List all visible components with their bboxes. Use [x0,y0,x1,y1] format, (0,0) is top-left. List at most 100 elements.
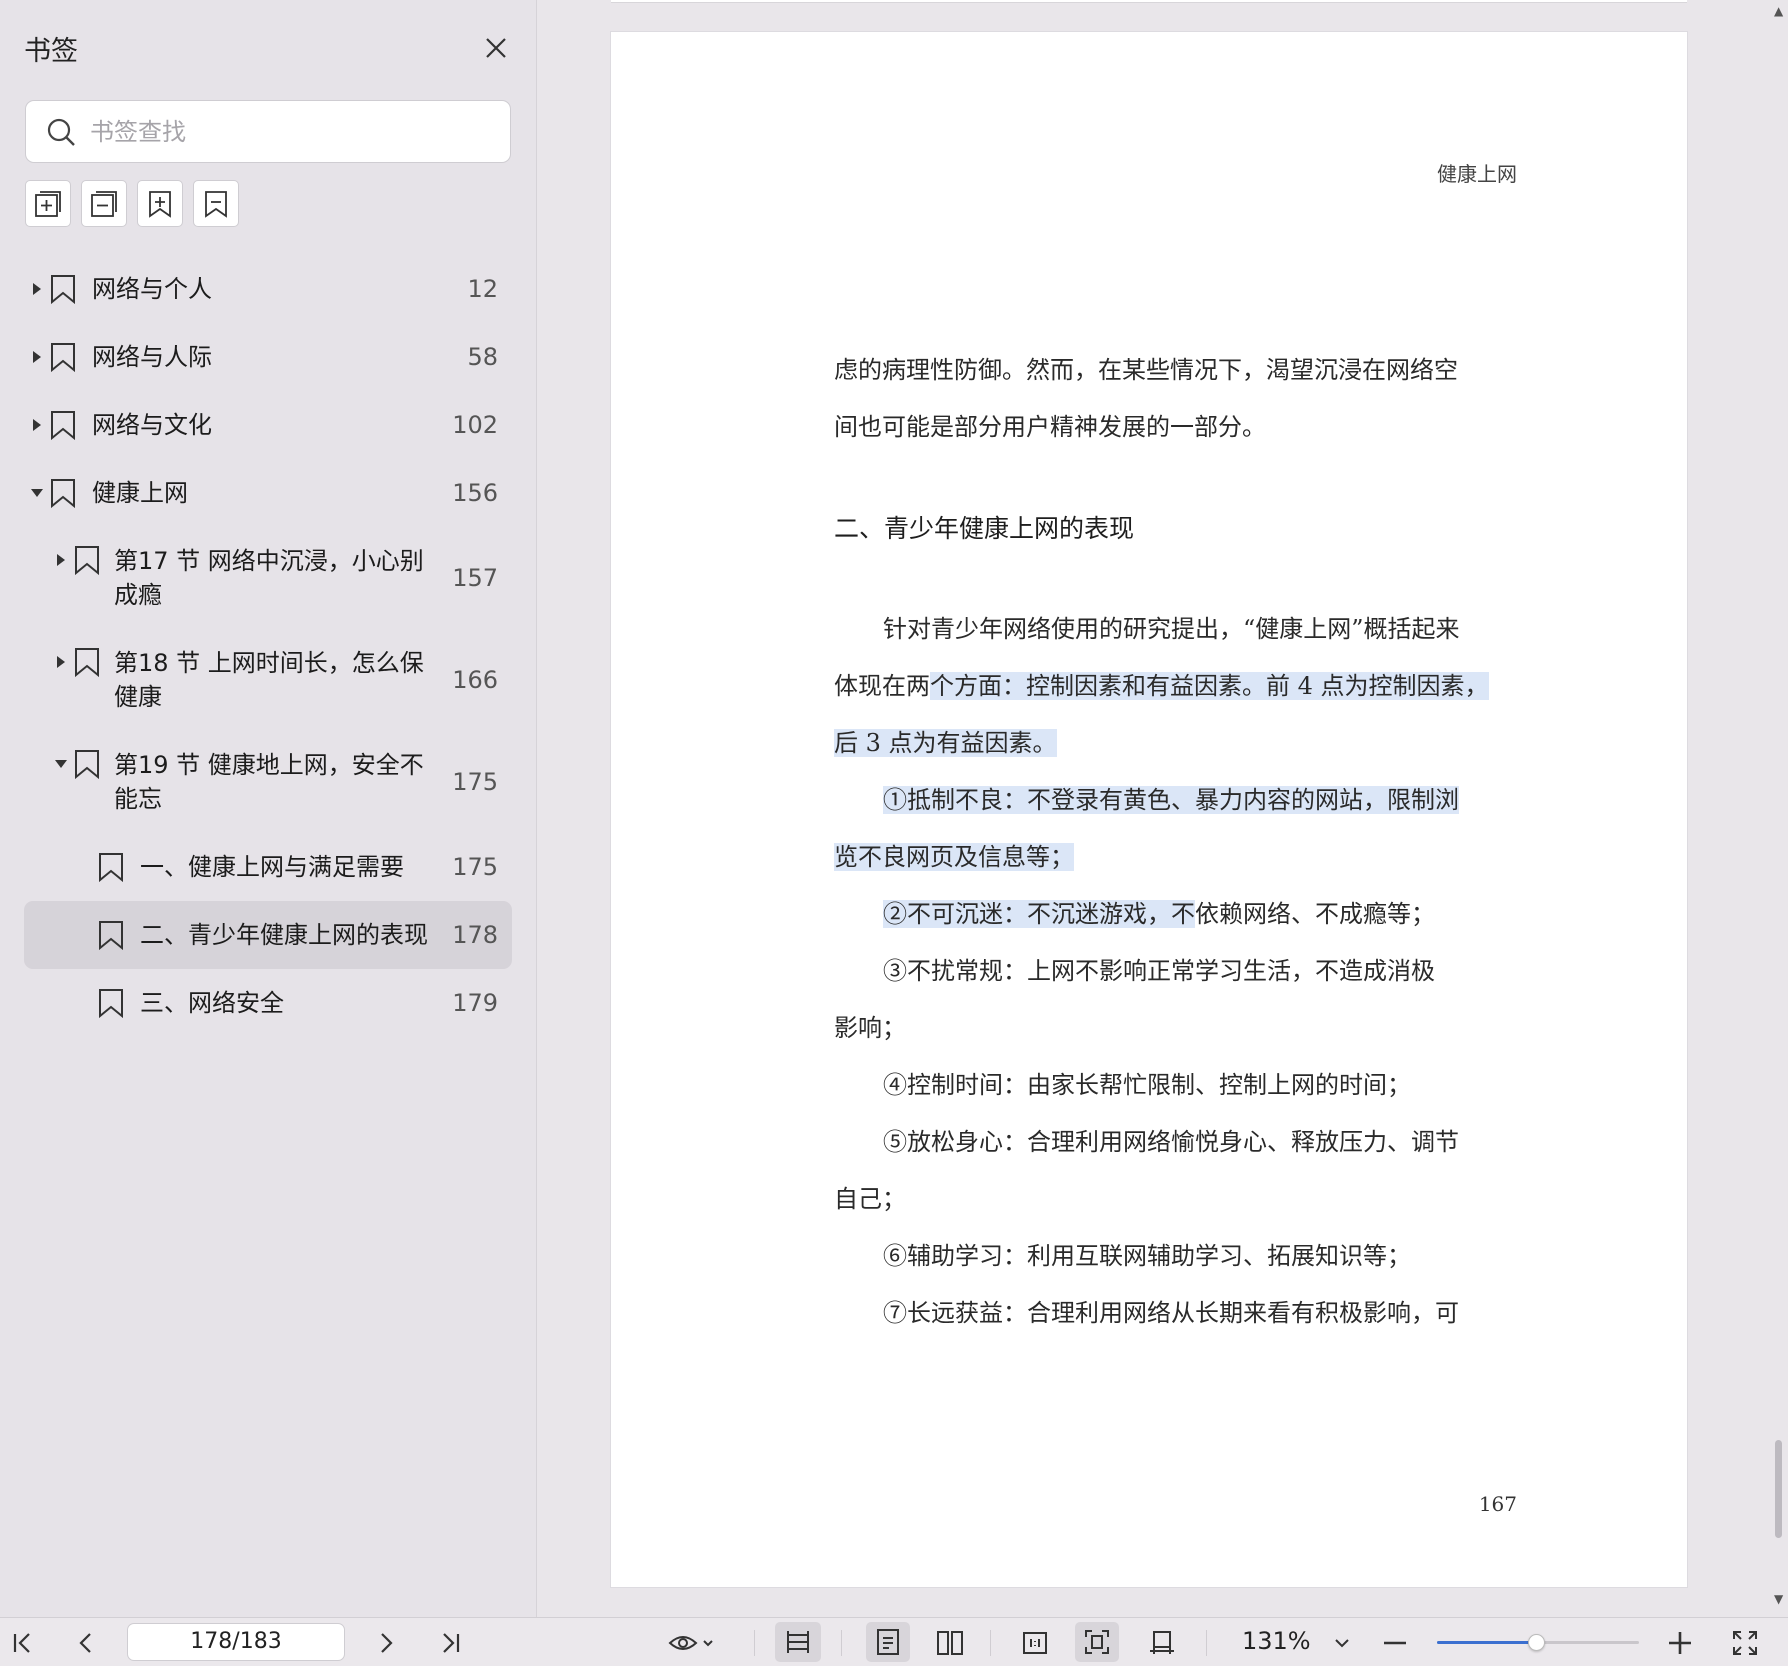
bookmark-label: 第19 节 健康地上网，安全不 能忘 [114,748,424,816]
bookmark-icon [48,409,78,441]
zoom-dropdown-icon[interactable] [1325,1626,1359,1660]
last-page-icon[interactable] [433,1626,467,1660]
bookmark-item[interactable]: 网络与人际 58 [24,323,512,391]
bookmark-item[interactable]: 网络与文化 102 [24,391,512,459]
text-line: ⑤放松身心：合理利用网络愉悦身心、释放压力、调节 [883,1128,1459,1156]
bookmark-item-selected[interactable]: 二、青少年健康上网的表现 178 [24,901,512,969]
text-line: 后 3 点为有益因素。 [834,715,1516,772]
text-line: ③不扰常规：上网不影响正常学习生活，不造成消极 [883,957,1435,985]
text-line: 影响； [834,1014,906,1042]
text-line: 体现在两个方面：控制因素和有益因素。前 4 点为控制因素， [834,658,1516,715]
caret-right-icon[interactable] [54,553,68,567]
bookmark-toolbar [25,180,239,227]
scroll-down-icon[interactable]: ▼ [1774,1592,1783,1606]
caret-right-icon[interactable] [30,350,44,364]
bookmark-icon [48,477,78,509]
highlighted-text: ②不可沉迷：不沉迷游戏，不 [883,900,1195,928]
expand-all-icon[interactable] [25,180,71,227]
bookmark-label-line: 第17 节 网络中沉浸，小心别 [114,547,424,575]
eye-icon[interactable] [666,1626,716,1660]
text-line: 间也可能是部分用户精神发展的一部分。 [834,413,1266,441]
bookmark-page: 178 [452,921,498,949]
search-input[interactable] [90,117,490,146]
page-layout-icon[interactable] [1145,1626,1179,1660]
caret-right-icon[interactable] [30,418,44,432]
bookmark-label: 网络与文化 [92,411,212,439]
text-span: 体现在两 [834,672,930,700]
scroll-up-icon[interactable]: ▲ [1774,4,1783,18]
bookmark-label: 网络与人际 [92,343,212,371]
bookmark-label-line: 第18 节 上网时间长，怎么保 [114,649,424,677]
caret-right-icon[interactable] [54,655,68,669]
bookmark-page: 12 [467,275,498,303]
bookmark-label-line: 能忘 [114,785,162,813]
bookmark-icon [48,341,78,373]
zoom-level[interactable]: 131% [1242,1627,1311,1655]
bookmark-item[interactable]: 第19 节 健康地上网，安全不 能忘 175 [24,731,512,833]
running-head: 健康上网 [1437,162,1517,186]
bookmark-icon [96,851,126,883]
add-bookmark-icon[interactable] [137,180,183,227]
bookmark-label: 网络与个人 [92,275,212,303]
zoom-out-icon[interactable] [1378,1626,1412,1660]
bookmark-page: 156 [452,479,498,507]
bookmark-page: 175 [452,853,498,881]
text-line: ①抵制不良：不登录有黄色、暴力内容的网站，限制浏 [834,772,1516,829]
bookmark-label: 健康上网 [92,479,188,507]
bookmark-label-line: 成瘾 [114,581,162,609]
collapse-all-icon[interactable] [81,180,127,227]
bookmark-icon [96,987,126,1019]
previous-page-icon[interactable] [69,1626,103,1660]
bookmark-page: 58 [467,343,498,371]
highlighted-text: 览不良网页及信息等； [834,843,1074,871]
zoom-in-icon[interactable] [1663,1626,1697,1660]
text-line: ⑥辅助学习：利用互联网辅助学习、拓展知识等； [883,1242,1411,1270]
two-page-icon[interactable] [930,1626,970,1660]
next-page-icon[interactable] [369,1626,403,1660]
page-body[interactable]: 虑的病理性防御。然而，在某些情况下，渴望沉浸在网络空 间也可能是部分用户精神发展… [834,342,1516,1342]
vertical-scrollbar[interactable]: ▲ ▼ [1770,0,1788,1617]
bookmark-page: 179 [452,989,498,1017]
bookmark-icon [72,544,102,576]
fit-page-icon[interactable] [1075,1622,1119,1662]
bookmark-list: 网络与个人 12 网络与人际 58 网络与文化 102 健康上网 156 第17… [24,255,512,1037]
bookmark-label-line: 健康 [114,683,162,711]
bookmark-item[interactable]: 健康上网 156 [24,459,512,527]
zoom-slider-knob[interactable] [1527,1634,1545,1651]
actual-size-icon[interactable] [1018,1626,1052,1660]
bookmark-icon [72,646,102,678]
zoom-slider[interactable] [1437,1634,1639,1651]
single-page-icon[interactable] [866,1622,910,1662]
close-icon[interactable] [478,30,514,66]
bookmark-search[interactable] [25,100,511,163]
remove-bookmark-icon[interactable] [193,180,239,227]
highlighted-text: 个方面：控制因素和有益因素。前 4 点为控制因素， [930,672,1489,700]
caret-down-icon[interactable] [30,486,44,500]
document-page[interactable]: 健康上网 虑的病理性防御。然而，在某些情况下，渴望沉浸在网络空 间也可能是部分用… [611,32,1687,1587]
page-number-input[interactable]: 178/183 [127,1623,345,1661]
caret-right-icon[interactable] [30,282,44,296]
text-line: ②不可沉迷：不沉迷游戏，不依赖网络、不成瘾等； [834,886,1516,943]
text-line: 针对青少年网络使用的研究提出，“健康上网”概括起来 [883,615,1460,643]
bookmark-page: 102 [452,411,498,439]
bookmark-item[interactable]: 第17 节 网络中沉浸，小心别 成瘾 157 [24,527,512,629]
scrollbar-thumb[interactable] [1775,1440,1782,1538]
highlighted-text: ①抵制不良：不登录有黄色、暴力内容的网站，限制浏 [883,786,1459,814]
bookmark-item[interactable]: 三、网络安全 179 [24,969,512,1037]
fullscreen-icon[interactable] [1728,1626,1762,1660]
document-viewer[interactable]: 健康上网 虑的病理性防御。然而，在某些情况下，渴望沉浸在网络空 间也可能是部分用… [538,0,1768,1617]
bookmark-page: 175 [452,768,498,796]
search-icon [46,117,76,147]
bookmark-item[interactable]: 网络与个人 12 [24,255,512,323]
bookmark-item[interactable]: 第18 节 上网时间长，怎么保 健康 166 [24,629,512,731]
bookmark-icon [48,273,78,305]
bookmark-sidebar: 书签 网络与个人 12 [0,0,537,1617]
highlighted-text: 后 3 点为有益因素。 [834,729,1057,757]
bookmark-item[interactable]: 一、健康上网与满足需要 175 [24,833,512,901]
caret-down-icon[interactable] [54,757,68,771]
previous-page-edge [611,0,1687,3]
bookmark-icon [72,748,102,780]
first-page-icon[interactable] [6,1626,40,1660]
sidebar-title: 书签 [24,35,78,67]
fit-width-icon[interactable] [775,1622,821,1662]
